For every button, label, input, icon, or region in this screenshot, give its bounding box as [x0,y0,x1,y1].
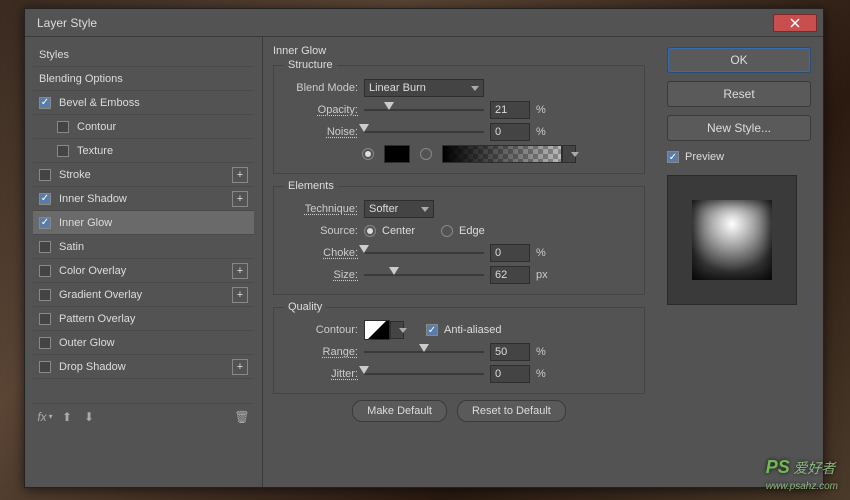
move-up-icon[interactable]: ⬆ [59,409,75,425]
source-center-radio[interactable] [364,225,376,237]
glow-gradient-select[interactable] [442,145,576,163]
range-label: Range: [284,346,358,358]
noise-slider[interactable] [364,125,484,139]
sidebar-bottom-toolbar: fx▾ ⬆ ⬇ 🗑 [33,403,254,429]
titlebar: Layer Style [25,9,823,37]
checkbox-icon[interactable] [57,121,69,133]
elements-group: Elements Technique: Softer Source: Cente… [273,180,645,295]
jitter-label: Jitter: [284,368,358,380]
trash-icon[interactable]: 🗑 [234,409,250,425]
structure-group: Structure Blend Mode: Linear Burn Opacit… [273,59,645,174]
checkbox-icon[interactable] [39,241,51,253]
source-edge-label: Edge [459,225,485,237]
source-edge-radio[interactable] [441,225,453,237]
noise-input[interactable]: 0 [490,123,530,141]
structure-legend: Structure [284,59,337,71]
noise-label: Noise: [284,126,358,138]
range-slider[interactable] [364,345,484,359]
sidebar-item-pattern-overlay[interactable]: Pattern Overlay [33,307,254,331]
opacity-slider[interactable] [364,103,484,117]
sidebar-item-color-overlay[interactable]: Color Overlay + [33,259,254,283]
styles-sidebar: Styles Blending Options Bevel & Emboss C… [25,37,263,487]
sidebar-item-gradient-overlay[interactable]: Gradient Overlay + [33,283,254,307]
technique-select[interactable]: Softer [364,200,434,218]
sidebar-item-stroke[interactable]: Stroke + [33,163,254,187]
checkbox-icon[interactable] [57,145,69,157]
glow-color-swatch[interactable] [384,145,410,163]
size-slider[interactable] [364,268,484,282]
ok-button[interactable]: OK [667,47,811,73]
choke-input[interactable]: 0 [490,244,530,262]
source-center-label: Center [382,225,415,237]
jitter-input[interactable]: 0 [490,365,530,383]
jitter-slider[interactable] [364,367,484,381]
sidebar-item-bevel-emboss[interactable]: Bevel & Emboss [33,91,254,115]
settings-panel: Inner Glow Structure Blend Mode: Linear … [263,37,655,487]
checkbox-icon[interactable] [39,313,51,325]
checkbox-icon[interactable] [39,289,51,301]
quality-group: Quality Contour: Anti-aliased Range: 50 … [273,301,645,394]
preview-label: Preview [685,151,724,163]
quality-legend: Quality [284,301,326,313]
sidebar-item-contour[interactable]: Contour [33,115,254,139]
fx-menu-button[interactable]: fx▾ [37,409,53,425]
right-column: OK Reset New Style... Preview [655,37,823,487]
add-effect-icon[interactable]: + [232,191,248,207]
make-default-button[interactable]: Make Default [352,400,447,422]
antialiased-label: Anti-aliased [444,324,501,336]
sidebar-styles[interactable]: Styles [33,43,254,67]
technique-label: Technique: [284,203,358,215]
sidebar-item-texture[interactable]: Texture [33,139,254,163]
checkbox-icon[interactable] [39,97,51,109]
checkbox-icon[interactable] [39,361,51,373]
checkbox-icon[interactable] [39,217,51,229]
opacity-label: Opacity: [284,104,358,116]
add-effect-icon[interactable]: + [232,359,248,375]
antialiased-checkbox[interactable] [426,324,438,336]
checkbox-icon[interactable] [39,169,51,181]
panel-title: Inner Glow [273,45,645,57]
layer-style-dialog: Layer Style Styles Blending Options Beve… [24,8,824,488]
color-radio[interactable] [362,148,374,160]
reset-default-button[interactable]: Reset to Default [457,400,566,422]
reset-button[interactable]: Reset [667,81,811,107]
sidebar-item-drop-shadow[interactable]: Drop Shadow + [33,355,254,379]
size-input[interactable]: 62 [490,266,530,284]
blend-mode-select[interactable]: Linear Burn [364,79,484,97]
sidebar-item-inner-glow[interactable]: Inner Glow [33,211,254,235]
choke-label: Choke: [284,247,358,259]
checkbox-icon[interactable] [39,193,51,205]
preview-thumbnail [667,175,797,305]
sidebar-item-inner-shadow[interactable]: Inner Shadow + [33,187,254,211]
preview-checkbox[interactable] [667,151,679,163]
contour-swatch[interactable] [364,320,390,340]
checkbox-icon[interactable] [39,337,51,349]
close-button[interactable] [773,14,817,32]
add-effect-icon[interactable]: + [232,167,248,183]
checkbox-icon[interactable] [39,265,51,277]
sidebar-item-satin[interactable]: Satin [33,235,254,259]
close-icon [790,18,800,28]
contour-label: Contour: [284,324,358,336]
sidebar-item-outer-glow[interactable]: Outer Glow [33,331,254,355]
opacity-input[interactable]: 21 [490,101,530,119]
source-label: Source: [284,225,358,237]
size-label: Size: [284,269,358,281]
blend-mode-label: Blend Mode: [284,82,358,94]
sidebar-blending-options[interactable]: Blending Options [33,67,254,91]
choke-slider[interactable] [364,246,484,260]
new-style-button[interactable]: New Style... [667,115,811,141]
elements-legend: Elements [284,180,338,192]
gradient-radio[interactable] [420,148,432,160]
dialog-title: Layer Style [31,16,773,30]
add-effect-icon[interactable]: + [232,287,248,303]
add-effect-icon[interactable]: + [232,263,248,279]
contour-dropdown-icon[interactable] [390,321,404,339]
move-down-icon[interactable]: ⬇ [81,409,97,425]
range-input[interactable]: 50 [490,343,530,361]
